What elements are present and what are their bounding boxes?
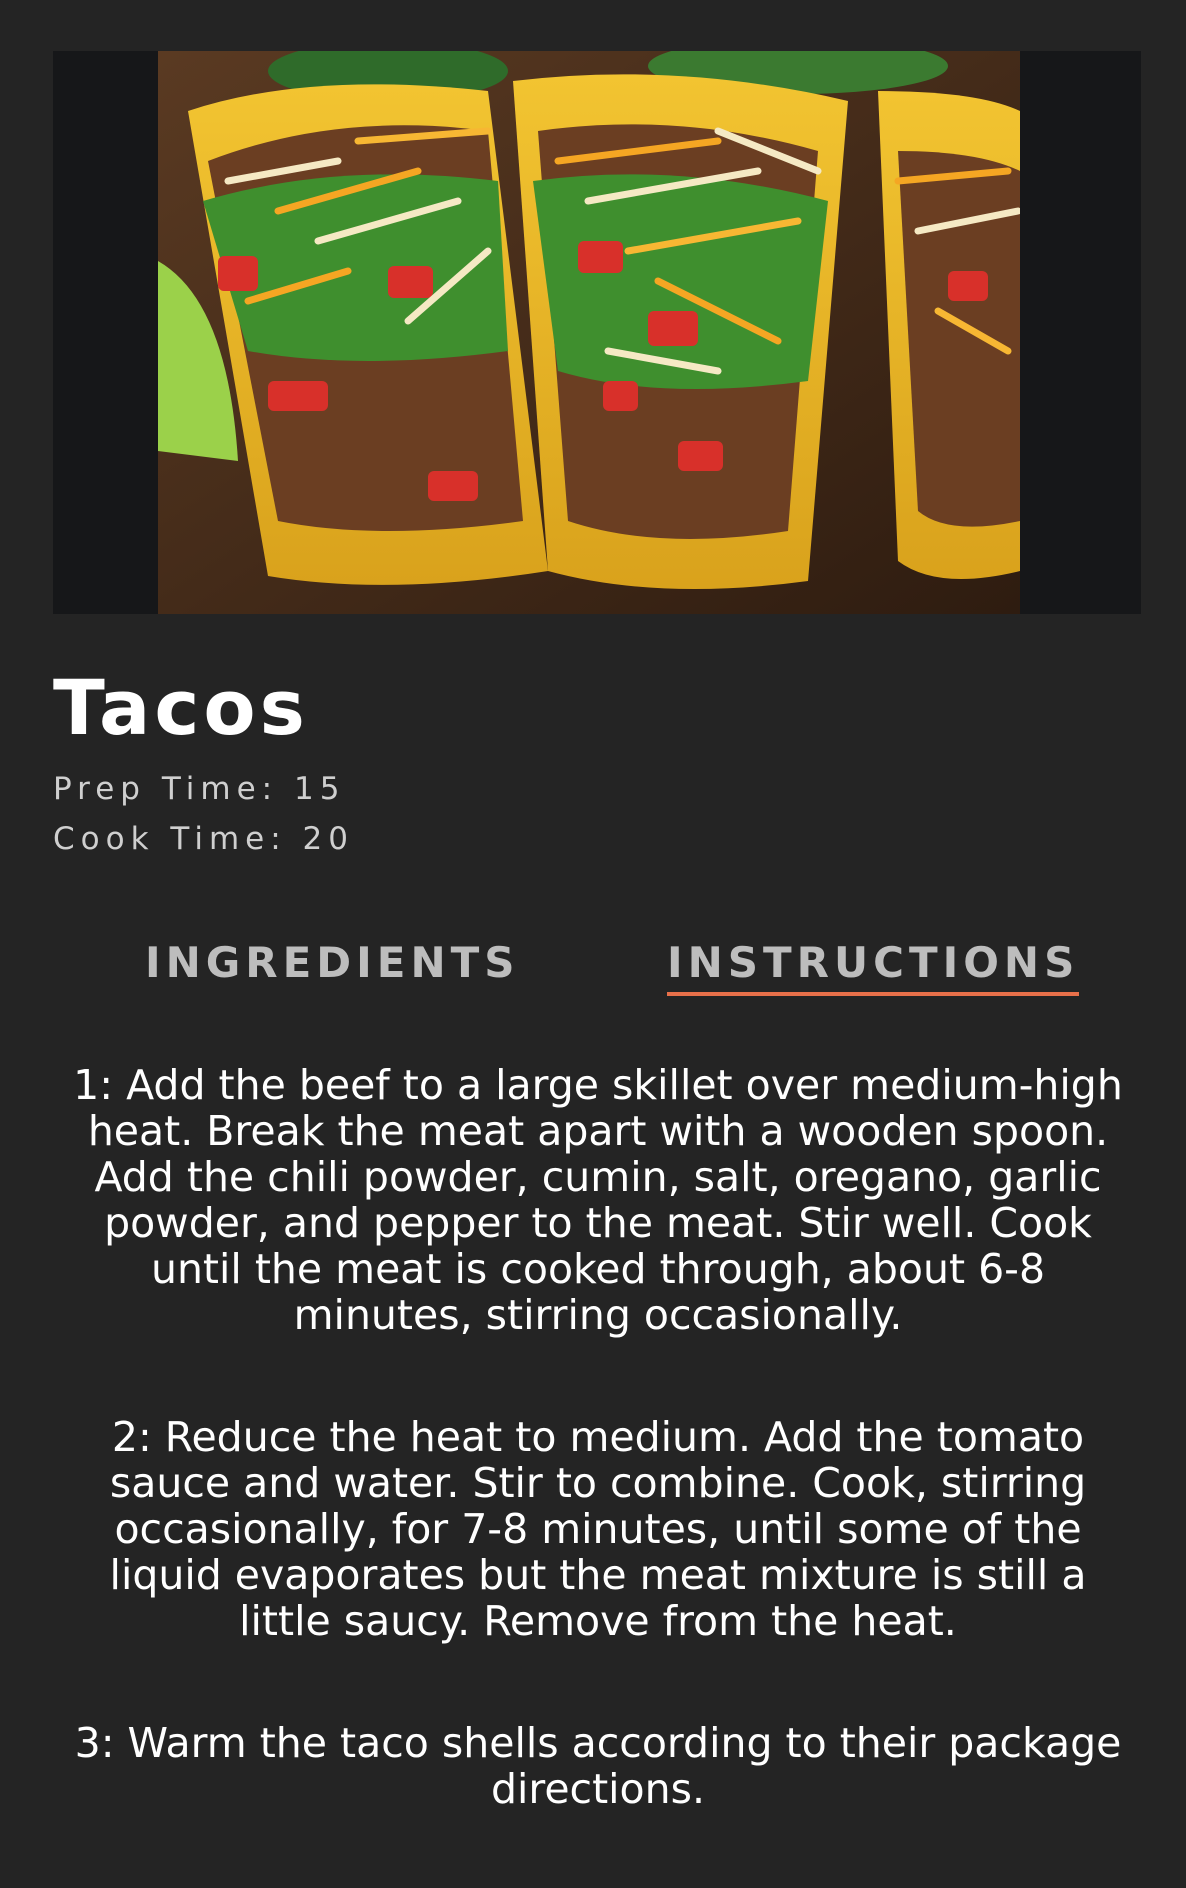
instruction-step: 3: Warm the taco shells according to the… <box>74 1719 1122 1813</box>
instruction-step: 2: Reduce the heat to medium. Add the to… <box>109 1413 1087 1645</box>
prep-time: Prep Time: 15 <box>53 771 346 807</box>
tab-instructions[interactable]: INSTRUCTIONS <box>667 942 1080 996</box>
tacos-photo <box>158 51 1020 614</box>
instruction-step: 1: Add the beef to a large skillet over … <box>73 1061 1123 1339</box>
cook-time: Cook Time: 20 <box>53 821 354 857</box>
instructions-list: 1: Add the beef to a large skillet over … <box>70 1062 1126 1888</box>
tab-ingredients[interactable]: INGREDIENTS <box>145 942 520 992</box>
recipe-title: Tacos <box>53 663 309 752</box>
recipe-hero-image <box>53 51 1141 614</box>
recipe-tabs: INGREDIENTS INSTRUCTIONS <box>0 942 1186 1002</box>
